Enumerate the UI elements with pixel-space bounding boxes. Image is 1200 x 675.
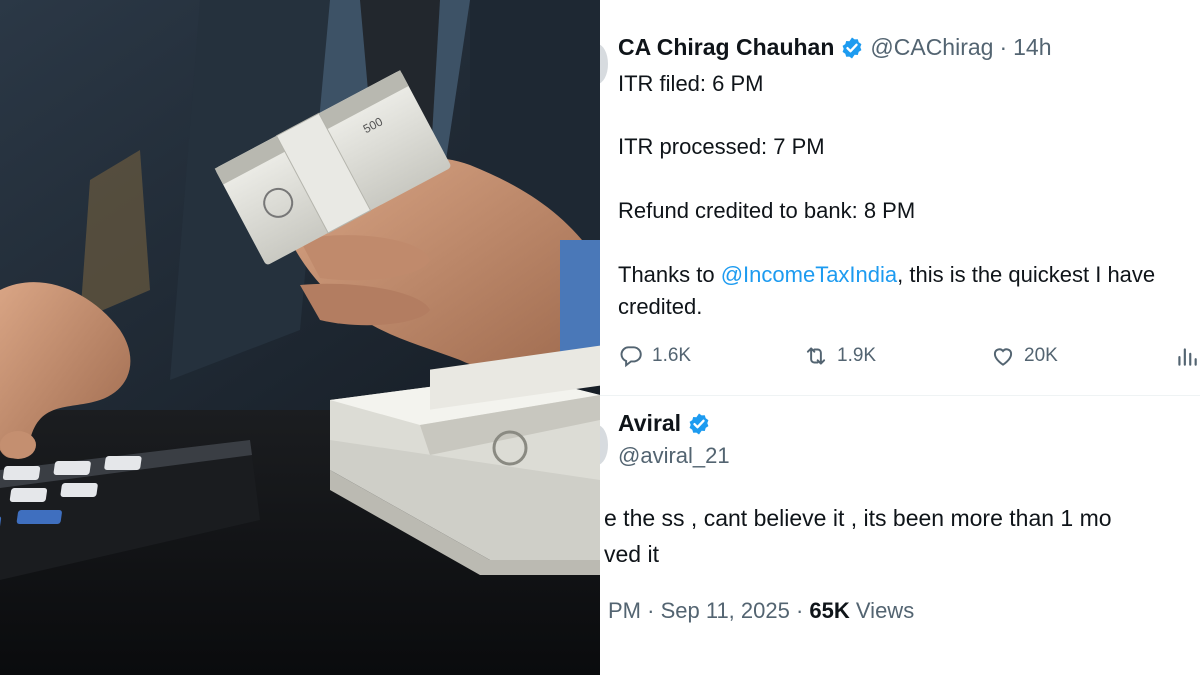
verified-badge-icon bbox=[842, 37, 862, 58]
author-handle[interactable]: @CAChirag bbox=[870, 34, 993, 61]
views-count: 65K bbox=[809, 598, 850, 623]
thanks-suffix: , this is the quickest I have bbox=[897, 262, 1156, 287]
like-button[interactable]: 20K bbox=[990, 343, 1058, 369]
thanks-prefix: Thanks to bbox=[618, 262, 721, 287]
analytics-icon bbox=[1178, 348, 1197, 366]
quoted-author-handle[interactable]: @aviral_21 bbox=[618, 443, 730, 469]
photo-illustration: 500 bbox=[0, 0, 600, 675]
views-button[interactable] bbox=[1174, 343, 1200, 369]
divider bbox=[600, 395, 1200, 396]
quoted-time[interactable]: PM bbox=[608, 598, 641, 623]
quoted-text-line-1: e the ss , cant believe it , its been mo… bbox=[604, 505, 1112, 531]
quoted-tweet-meta: PM · Sep 11, 2025 · 65K Views bbox=[608, 598, 914, 624]
tweet-screenshot: CA Chirag Chauhan @CAChirag · 14h ITR fi… bbox=[600, 0, 1200, 675]
separator-dot: · bbox=[647, 598, 655, 623]
author-avatar[interactable] bbox=[600, 44, 608, 84]
mention-link[interactable]: @IncomeTaxIndia bbox=[721, 262, 897, 287]
tweet-actions: 1.6K 1.9K 20K bbox=[618, 343, 1200, 373]
retweet-icon bbox=[806, 347, 826, 365]
quoted-author-avatar[interactable] bbox=[600, 425, 608, 465]
reply-count: 1.6K bbox=[652, 345, 692, 366]
photo-money-calculator: 500 bbox=[0, 0, 600, 675]
separator-dot: · bbox=[999, 34, 1008, 60]
tweet-line-filed: ITR filed: 6 PM bbox=[618, 71, 764, 96]
author-name[interactable]: CA Chirag Chauhan bbox=[618, 34, 834, 61]
retweet-button[interactable]: 1.9K bbox=[803, 343, 876, 369]
verified-badge-icon bbox=[689, 413, 709, 434]
tweet-line-thanks: Thanks to @IncomeTaxIndia, this is the q… bbox=[618, 259, 1155, 291]
quoted-date[interactable]: Sep 11, 2025 bbox=[661, 598, 790, 623]
like-count: 20K bbox=[1024, 345, 1058, 366]
quoted-text-line-2: ved it bbox=[604, 541, 659, 567]
retweet-count: 1.9K bbox=[837, 345, 877, 366]
views-label: Views bbox=[855, 598, 915, 623]
reply-icon bbox=[620, 346, 642, 368]
heart-icon bbox=[993, 348, 1013, 366]
quoted-author: Aviral bbox=[618, 410, 717, 437]
tweet-header: CA Chirag Chauhan @CAChirag · 14h bbox=[618, 34, 1052, 61]
reply-button[interactable]: 1.6K bbox=[618, 343, 691, 369]
tweet-line-refund: Refund credited to bank: 8 PM bbox=[618, 198, 916, 223]
tweet-time[interactable]: 14h bbox=[1013, 34, 1051, 61]
tweet-line-processed: ITR processed: 7 PM bbox=[618, 134, 825, 159]
quoted-tweet-text: e the ss , cant believe it , its been mo… bbox=[604, 500, 1112, 572]
quoted-author-name[interactable]: Aviral bbox=[618, 410, 681, 437]
quoted-tweet[interactable]: Aviral @aviral_21 e the ss , cant believ… bbox=[600, 395, 1200, 675]
separator-dot: · bbox=[795, 598, 804, 623]
tweet-line-credited: credited. bbox=[618, 294, 703, 319]
